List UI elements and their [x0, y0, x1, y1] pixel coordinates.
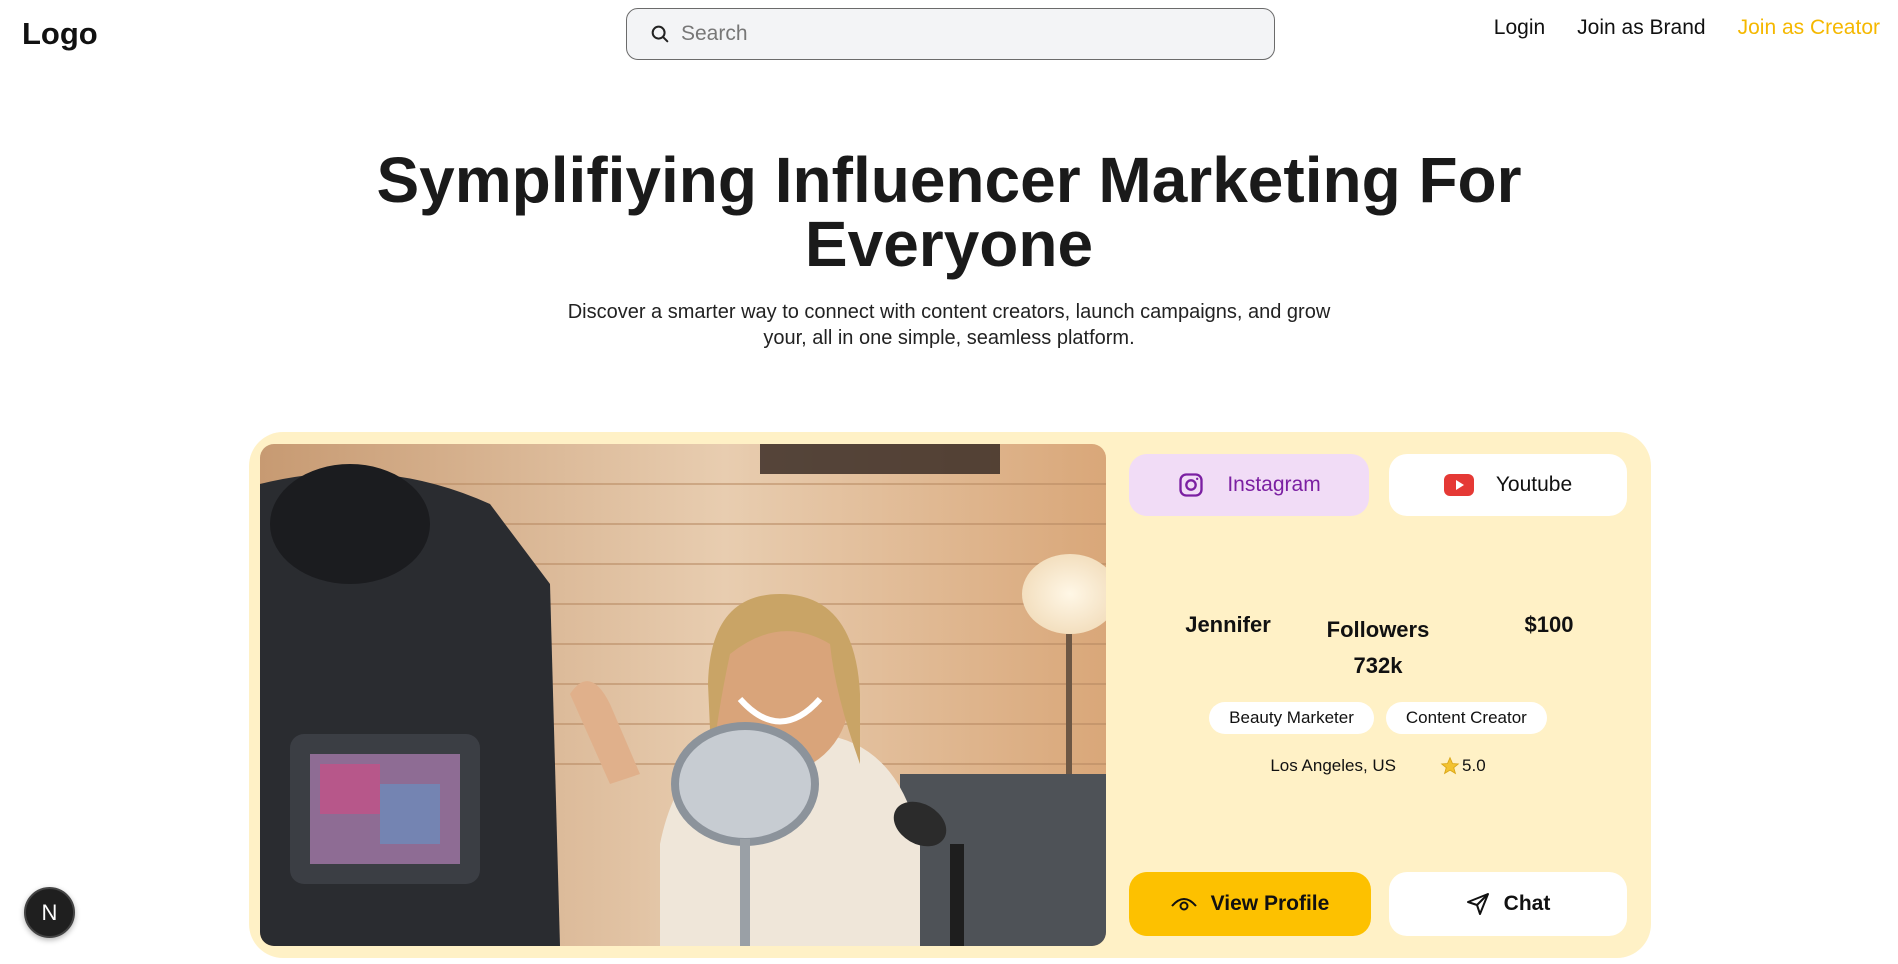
creator-location: Los Angeles, US — [1270, 756, 1397, 775]
logo[interactable]: Logo — [22, 16, 98, 52]
chat-label: Chat — [1503, 892, 1551, 915]
main-nav: Login Join as Brand Join as Creator — [1494, 16, 1880, 40]
eye-icon — [1170, 898, 1197, 911]
hero-subtitle: Discover a smarter way to connect with c… — [567, 301, 1331, 349]
view-profile-button[interactable]: View Profile — [1129, 872, 1371, 936]
join-creator-link[interactable]: Join as Creator — [1738, 16, 1880, 40]
creator-tags: Beauty Marketer Content Creator — [1129, 702, 1627, 734]
tab-youtube-label: Youtube — [1495, 473, 1573, 496]
tab-instagram[interactable]: Instagram — [1129, 454, 1369, 516]
tab-instagram-label: Instagram — [1227, 473, 1321, 496]
creator-photo-illustration — [260, 444, 1106, 946]
search-bar[interactable] — [626, 8, 1275, 60]
creator-card: Instagram Youtube Jennifer Followers 732… — [249, 432, 1651, 958]
dev-tools-badge[interactable]: N — [24, 887, 75, 938]
creator-rating: 5.0 — [1440, 756, 1486, 776]
view-profile-label: View Profile — [1210, 892, 1330, 915]
tag-chip: Beauty Marketer — [1209, 702, 1374, 734]
login-link[interactable]: Login — [1494, 16, 1545, 40]
creator-price: $100 — [1524, 612, 1574, 637]
hero-title-line-1: Symplifiying Influencer Marketing For — [376, 144, 1522, 216]
hero-title: Symplifiying Influencer Marketing For Ev… — [0, 148, 1898, 276]
instagram-icon — [1179, 473, 1203, 497]
site-header: Logo Login Join as Brand Join as Creator — [0, 0, 1898, 70]
creator-photo — [260, 444, 1106, 946]
search-icon — [651, 25, 669, 43]
tab-youtube[interactable]: Youtube — [1389, 454, 1627, 516]
followers-stat: Followers 732k — [1277, 612, 1479, 684]
star-icon — [1440, 756, 1460, 775]
rating-value: 5.0 — [1462, 756, 1486, 775]
creator-meta: Los Angeles, US 5.0 — [1129, 756, 1627, 776]
search-input[interactable] — [681, 22, 1241, 46]
followers-value: 732k — [1353, 653, 1403, 678]
send-icon — [1466, 893, 1489, 915]
followers-label: Followers — [1326, 617, 1430, 642]
tag-chip: Content Creator — [1385, 702, 1547, 734]
hero-title-line-2: Everyone — [804, 208, 1094, 280]
youtube-icon — [1443, 474, 1474, 496]
join-brand-link[interactable]: Join as Brand — [1577, 16, 1705, 40]
chat-button[interactable]: Chat — [1389, 872, 1627, 936]
